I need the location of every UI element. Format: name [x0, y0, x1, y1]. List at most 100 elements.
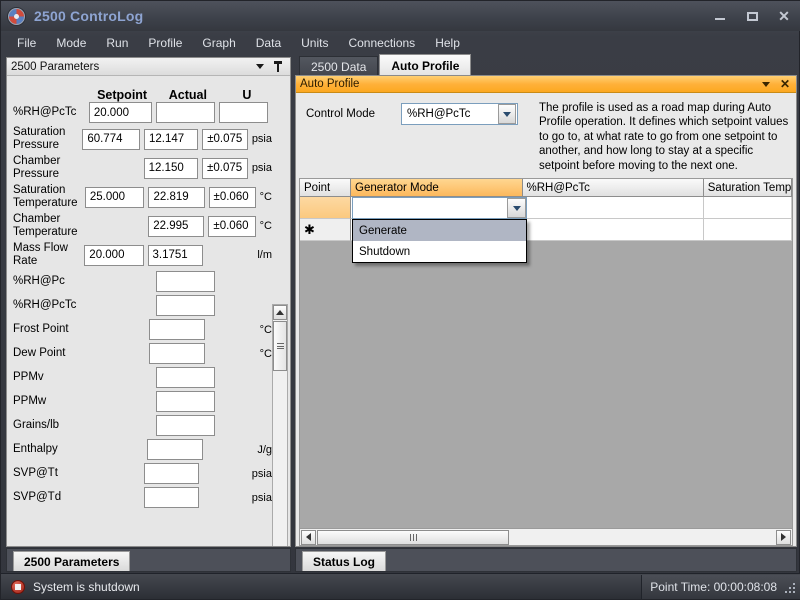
menu-item-run[interactable]: Run [96, 33, 138, 53]
pin-icon[interactable] [273, 61, 283, 72]
hscroll-track[interactable] [317, 529, 775, 545]
generator-mode-dropdown[interactable]: Generate Shutdown [352, 219, 527, 263]
actual-value-field[interactable] [144, 463, 199, 484]
parameter-unit: °C [259, 220, 272, 232]
parameter-label: SVP@Tt [13, 467, 58, 479]
parameters-vertical-scrollbar[interactable] [272, 304, 288, 546]
parameter-unit: psia [251, 491, 272, 504]
actual-value-field[interactable] [155, 295, 215, 316]
status-message: System is shutdown [33, 579, 140, 594]
chevron-down-icon[interactable] [256, 64, 264, 69]
status-bar: System is shutdown Point Time: 00:00:08:… [1, 573, 800, 599]
menu-item-mode[interactable]: Mode [46, 33, 96, 53]
cell-rh[interactable] [522, 219, 704, 241]
maximize-button[interactable] [737, 5, 767, 27]
menu-item-data[interactable]: Data [246, 33, 291, 53]
column-header-rh[interactable]: %RH@PcTc [522, 179, 704, 197]
hscroll-thumb[interactable] [317, 529, 509, 545]
setpoint-input[interactable]: 60.774 [82, 128, 140, 150]
column-header-saturation-temp[interactable]: Saturation Tempe [703, 179, 792, 197]
scroll-left-button[interactable] [301, 529, 316, 545]
menu-item-profile[interactable]: Profile [138, 33, 192, 53]
parameter-unit: °C [259, 323, 272, 336]
tab-2500-parameters[interactable]: 2500 Parameters [13, 551, 131, 571]
setpoint-input[interactable]: 20.000 [88, 102, 152, 123]
actual-value-field[interactable] [155, 102, 215, 123]
chevron-down-icon[interactable] [498, 104, 516, 124]
column-header-point[interactable]: Point [300, 179, 352, 197]
uncertainty-field[interactable]: ±0.060 [208, 186, 256, 208]
parameter-label: Enthalpy [13, 443, 58, 455]
menu-item-units[interactable]: Units [291, 33, 338, 53]
parameter-label: Saturation Temperature [13, 184, 78, 209]
tab-2500-data[interactable]: 2500 Data [299, 56, 379, 76]
right-document-tabstrip: Status Log [295, 548, 797, 572]
actual-value-field[interactable] [144, 487, 199, 508]
uncertainty-field[interactable]: ±0.075 [202, 157, 248, 179]
cell-rh[interactable] [522, 197, 704, 219]
point-time-panel: Point Time: 00:00:08:08 [641, 574, 800, 599]
close-button[interactable]: ✕ [769, 5, 799, 27]
cell-new-row-marker[interactable]: ✱ [300, 219, 352, 241]
actual-value-field[interactable]: 3.1751 [147, 244, 204, 266]
chevron-down-icon[interactable] [761, 81, 770, 87]
column-header-generator-mode[interactable]: Generator Mode [351, 179, 523, 197]
profile-grid-horizontal-scrollbar[interactable] [300, 528, 792, 545]
grid-empty-area [300, 241, 792, 545]
parameter-row: SVP@Tt psia [7, 463, 272, 484]
dropdown-option-generate[interactable]: Generate [353, 220, 526, 241]
parameter-row: PPMw [7, 391, 272, 412]
uncertainty-field[interactable]: ±0.075 [202, 128, 248, 150]
actual-value-field[interactable] [155, 367, 215, 388]
menu-item-connections[interactable]: Connections [338, 33, 425, 53]
uncertainty-field[interactable] [218, 102, 268, 123]
parameter-unit: psia [251, 467, 272, 480]
scroll-right-button[interactable] [776, 529, 791, 545]
title-bar: 2500 ControLog ✕ [1, 1, 800, 31]
stop-circle-icon [11, 579, 25, 594]
parameter-row: %RH@Pc [7, 271, 272, 292]
generator-mode-editor[interactable] [352, 197, 527, 219]
menu-item-file[interactable]: File [7, 33, 46, 53]
scroll-thumb[interactable] [273, 321, 287, 371]
uncertainty-field[interactable]: ±0.060 [208, 215, 256, 237]
parameter-row: Saturation Pressure 60.774 12.147 ±0.075 psi… [7, 126, 272, 152]
left-document-tabstrip: 2500 Parameters [6, 548, 291, 572]
resize-grip-icon[interactable] [783, 581, 795, 593]
actual-value-field[interactable] [155, 271, 215, 292]
control-mode-label: Control Mode [306, 108, 376, 120]
tab-status-log[interactable]: Status Log [302, 551, 386, 571]
cell-point[interactable] [300, 197, 352, 219]
setpoint-input[interactable]: 25.000 [84, 186, 145, 208]
actual-value-field[interactable]: 22.995 [148, 215, 205, 237]
header-actual: Actual [168, 88, 207, 102]
actual-value-field[interactable] [148, 319, 205, 340]
tab-auto-profile[interactable]: Auto Profile [379, 54, 472, 76]
parameter-unit: psia [251, 133, 272, 145]
scroll-up-button[interactable] [273, 305, 287, 320]
window-controls: ✕ [705, 5, 800, 27]
parameter-row: Enthalpy J/g [7, 439, 272, 460]
chevron-down-icon[interactable] [507, 198, 526, 218]
auto-profile-settings: Control Mode %RH@PcTc The profile is use… [296, 93, 796, 178]
menu-item-graph[interactable]: Graph [192, 33, 245, 53]
actual-value-field[interactable] [148, 343, 205, 364]
actual-value-field[interactable]: 22.819 [148, 186, 205, 208]
setpoint-input[interactable]: 20.000 [84, 244, 144, 266]
menu-item-help[interactable]: Help [425, 33, 470, 53]
actual-value-field[interactable]: 12.147 [143, 128, 199, 150]
auto-profile-title: Auto Profile [300, 78, 360, 90]
parameters-list: Setpoint Actual U %RH@PcTc 20.000 Saturati… [7, 76, 272, 511]
cell-saturation-temp[interactable] [703, 219, 792, 241]
actual-value-field[interactable]: 12.150 [143, 157, 199, 179]
close-icon[interactable]: ✕ [780, 78, 790, 90]
parameters-panel-caption: 2500 Parameters [7, 58, 290, 76]
minimize-button[interactable] [705, 5, 735, 27]
parameter-row: PPMv [7, 367, 272, 388]
cell-saturation-temp[interactable] [703, 197, 792, 219]
actual-value-field[interactable] [155, 391, 215, 412]
actual-value-field[interactable] [147, 439, 204, 460]
actual-value-field[interactable] [155, 415, 215, 436]
dropdown-option-shutdown[interactable]: Shutdown [353, 241, 526, 262]
control-mode-select[interactable]: %RH@PcTc [401, 103, 518, 125]
